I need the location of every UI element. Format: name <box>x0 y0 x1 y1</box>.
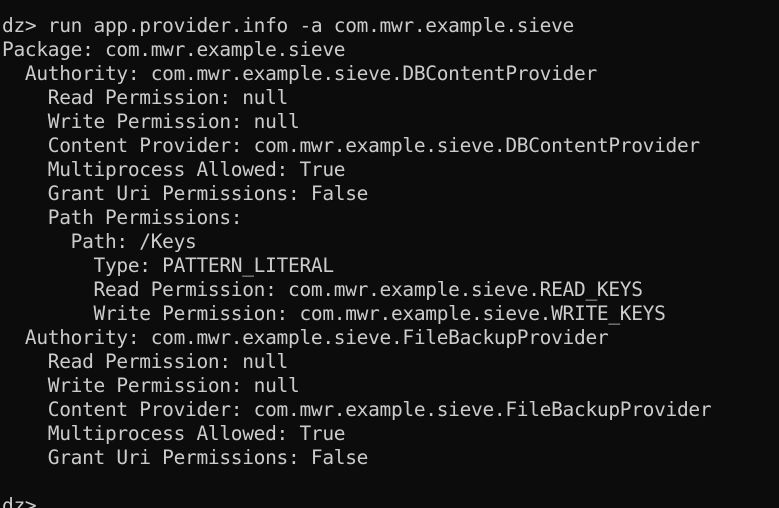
terminal-line-package: Package: com.mwr.example.sieve <box>2 38 346 61</box>
terminal-line-authority-db: Authority: com.mwr.example.sieve.DBConte… <box>2 62 597 85</box>
terminal-line-path-permissions: Path Permissions: <box>2 206 243 229</box>
terminal-line-write-permission: Write Permission: null <box>2 110 300 133</box>
terminal-line-read-permission: Read Permission: null <box>2 86 289 109</box>
terminal-line-authority-file: Authority: com.mwr.example.sieve.FileBac… <box>2 326 609 349</box>
terminal-line-cut <box>0 0 779 14</box>
terminal-line-write-permission-2: Write Permission: null <box>2 374 300 397</box>
terminal-line-multiprocess-2: Multiprocess Allowed: True <box>2 422 346 445</box>
terminal-line-type: Type: PATTERN_LITERAL <box>2 254 335 277</box>
terminal-line-path-read-permission: Read Permission: com.mwr.example.sieve.R… <box>2 278 643 301</box>
terminal-line-path: Path: /Keys <box>2 230 197 253</box>
terminal-line-grant-uri: Grant Uri Permissions: False <box>2 182 369 205</box>
terminal-line-content-provider-2: Content Provider: com.mwr.example.sieve.… <box>2 398 712 421</box>
prompt-text: dz> <box>2 494 37 508</box>
terminal-line-read-permission-2: Read Permission: null <box>2 350 289 373</box>
terminal-line-path-write-permission: Write Permission: com.mwr.example.sieve.… <box>2 302 666 325</box>
terminal-line-grant-uri-2: Grant Uri Permissions: False <box>2 446 369 469</box>
terminal-window[interactable]: dz> run app.provider.info -a com.mwr.exa… <box>0 0 779 508</box>
terminal-line-multiprocess: Multiprocess Allowed: True <box>2 158 346 181</box>
terminal-line-command: dz> run app.provider.info -a com.mwr.exa… <box>2 14 575 37</box>
terminal-line-content-provider: Content Provider: com.mwr.example.sieve.… <box>2 134 700 157</box>
terminal-input-prompt[interactable]: dz> <box>0 494 779 508</box>
